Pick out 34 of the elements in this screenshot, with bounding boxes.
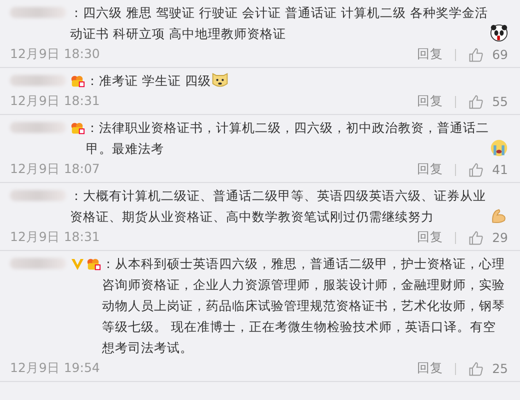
comment-text: ：从本科到硕士英语四六级，雅思，普通话二级甲，护士资格证，心理咨询师资格证，企业人力资源管理师，服装设计师，金融理财师，实验动物人员上岗证，药品临床试验管理规范资格证书，艺术化妆师，钢琴等级七级。 现在准博士，正在考微生物检验技术师，英语口译。有空想考司法考试。: [102, 255, 506, 357]
blurred-username: [10, 7, 66, 18]
comment-text: ：准考证 学生证 四级: [86, 72, 211, 90]
like-count: 25: [492, 361, 508, 376]
reply-link[interactable]: 回复: [417, 161, 444, 178]
comment-date: 12月9日 18:30: [10, 46, 100, 63]
comment-date: 12月9日 19:54: [10, 360, 100, 377]
comment-text: ：大概有计算机二级证、普通话二级甲等、英语四级英语六级、证券从业资格证、期货从业资格证、高中数学教资笔试刚过仍需继续努力: [70, 187, 487, 226]
comment-date: 12月9日 18:31: [10, 93, 100, 110]
crying-emoji-icon: [490, 139, 508, 157]
like-count: 29: [492, 230, 508, 245]
panda-emoji-icon: [490, 24, 508, 42]
reply-link[interactable]: 回复: [417, 360, 444, 377]
thumbs-up-icon[interactable]: [468, 162, 484, 178]
reply-link[interactable]: 回复: [417, 93, 444, 110]
like-count: 55: [492, 94, 508, 109]
blurred-username: [10, 75, 66, 86]
comment-date: 12月9日 18:31: [10, 229, 100, 246]
dog-emoji-icon: [210, 71, 229, 89]
thumbs-up-icon[interactable]: [468, 46, 484, 62]
comment-text: ：法律职业资格证书，计算机二级，四六级，初中政治教资，普通话二甲。最难法考: [86, 119, 490, 158]
blurred-username: [10, 122, 66, 133]
like-count: 69: [492, 47, 508, 62]
comment-date: 12月9日 18:07: [10, 161, 100, 178]
reply-link[interactable]: 回复: [417, 229, 444, 246]
comment-text: ：四六级 雅思 驾驶证 行驶证 会计证 普通话证 计算机二级 各种奖学金活动证书 科研立项 高中地理教师资格证: [70, 4, 489, 43]
reply-link[interactable]: 回复: [417, 46, 444, 63]
blurred-username: [10, 258, 66, 269]
thumbs-up-icon[interactable]: [468, 230, 484, 246]
blurred-username: [10, 190, 66, 201]
thumbs-up-icon[interactable]: [468, 360, 484, 376]
flexed-arm-icon: [490, 207, 508, 225]
like-count: 41: [492, 162, 508, 177]
thumbs-up-icon[interactable]: [468, 94, 484, 110]
